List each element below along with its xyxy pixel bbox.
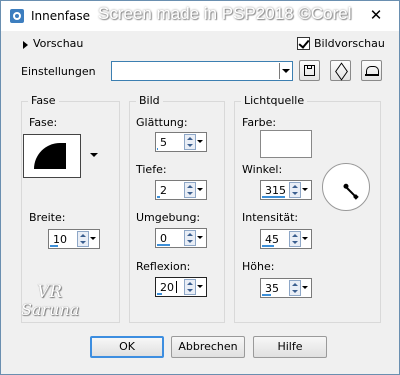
ambience-slider-bar[interactable] — [157, 244, 170, 246]
depth-dropdown-icon[interactable] — [196, 182, 205, 198]
reflection-spinbox[interactable]: 20 — [155, 277, 207, 297]
title-bar[interactable]: Innenfase Screen made in PSP2018 ©Corel … — [1, 1, 399, 31]
smoothing-dropdown-icon[interactable] — [196, 134, 205, 150]
intensity-slider-bar[interactable] — [262, 245, 274, 247]
width-stepper-icon[interactable] — [77, 231, 89, 247]
reflection-slider-bar[interactable] — [157, 293, 162, 295]
logo-line-1: VR — [37, 282, 63, 302]
settings-label: Einstellungen — [21, 65, 96, 78]
image-group-title: Bild — [136, 94, 163, 107]
height-label: Höhe: — [242, 260, 275, 273]
bevel-shape-icon — [34, 143, 66, 169]
image-preview-checkbox[interactable] — [297, 37, 310, 50]
smoothing-spinbox[interactable]: 5 — [155, 132, 207, 152]
intensity-dropdown-icon[interactable] — [301, 231, 310, 247]
intensity-label: Intensität: — [242, 211, 299, 224]
close-button[interactable]: ✕ — [356, 3, 396, 27]
intensity-stepper-icon[interactable] — [289, 231, 301, 247]
angle-label: Winkel: — [242, 163, 283, 176]
ambience-spinbox[interactable]: 0 — [155, 228, 207, 248]
height-spinbox[interactable]: 35 — [260, 278, 312, 298]
reflection-dropdown-icon[interactable] — [196, 279, 205, 295]
ok-button[interactable]: OK — [90, 336, 164, 358]
height-dropdown-icon[interactable] — [301, 280, 310, 296]
angle-dropdown-icon[interactable] — [301, 182, 310, 198]
fase-group-title: Fase — [28, 94, 59, 107]
light-color-swatch[interactable] — [260, 130, 312, 158]
preview-label[interactable]: Vorschau — [33, 37, 83, 50]
light-source-group-title: Lichtquelle — [241, 94, 308, 107]
width-slider-bar[interactable] — [50, 245, 58, 247]
angle-slider-bar[interactable] — [262, 196, 285, 198]
width-dropdown-icon[interactable] — [89, 231, 98, 247]
ambience-label: Umgebung: — [136, 211, 201, 224]
dial-needle-icon — [345, 186, 357, 198]
color-label: Farbe: — [242, 116, 277, 129]
width-spinbox[interactable]: 10 — [48, 229, 100, 249]
width-label: Breite: — [29, 211, 66, 224]
depth-label: Tiefe: — [136, 163, 167, 176]
smoothing-stepper-icon[interactable] — [184, 134, 196, 150]
smoothing-value[interactable]: 5 — [160, 136, 167, 149]
height-stepper-icon[interactable] — [289, 280, 301, 296]
logo-line-2: Saruna — [21, 300, 80, 319]
image-preview-label[interactable]: Bildvorschau — [314, 37, 385, 50]
preset-manager-icon[interactable] — [330, 60, 351, 81]
smoothing-slider-bar[interactable] — [157, 148, 158, 150]
fase-dropdown-arrow-icon[interactable] — [87, 134, 101, 178]
ambience-stepper-icon[interactable] — [184, 230, 196, 246]
dialog-window: Innenfase Screen made in PSP2018 ©Corel … — [0, 0, 400, 375]
signature-logo: VR Saruna — [11, 282, 103, 322]
angle-spinbox[interactable]: 315 — [260, 180, 312, 200]
intensity-spinbox[interactable]: 45 — [260, 229, 312, 249]
smoothing-label: Glättung: — [136, 116, 188, 129]
settings-dropdown[interactable] — [111, 61, 293, 81]
fase-label: Fase: — [29, 116, 58, 129]
cancel-button[interactable]: Abbrechen — [171, 336, 245, 358]
fase-shape-preview[interactable] — [23, 134, 81, 178]
reflection-stepper-icon[interactable] — [184, 279, 196, 295]
reflection-value[interactable]: 20 — [160, 281, 174, 294]
reset-icon[interactable] — [361, 60, 382, 81]
expand-triangle-icon[interactable] — [23, 41, 28, 49]
save-preset-icon[interactable] — [299, 60, 320, 81]
text-caret — [176, 281, 177, 293]
height-slider-bar[interactable] — [262, 294, 271, 296]
depth-slider-bar[interactable] — [157, 196, 160, 198]
reflection-label: Reflexion: — [136, 260, 191, 273]
help-button[interactable]: Hilfe — [253, 336, 327, 358]
chevron-down-icon[interactable] — [279, 63, 291, 79]
depth-stepper-icon[interactable] — [184, 182, 196, 198]
ambience-dropdown-icon[interactable] — [196, 230, 205, 246]
watermark-text: Screen made in PSP2018 ©Corel — [98, 4, 352, 23]
depth-spinbox[interactable]: 2 — [155, 180, 207, 200]
angle-dial[interactable] — [322, 163, 370, 211]
angle-stepper-icon[interactable] — [289, 182, 301, 198]
window-title: Innenfase — [31, 9, 90, 23]
depth-value[interactable]: 2 — [160, 184, 167, 197]
app-icon — [10, 9, 24, 23]
